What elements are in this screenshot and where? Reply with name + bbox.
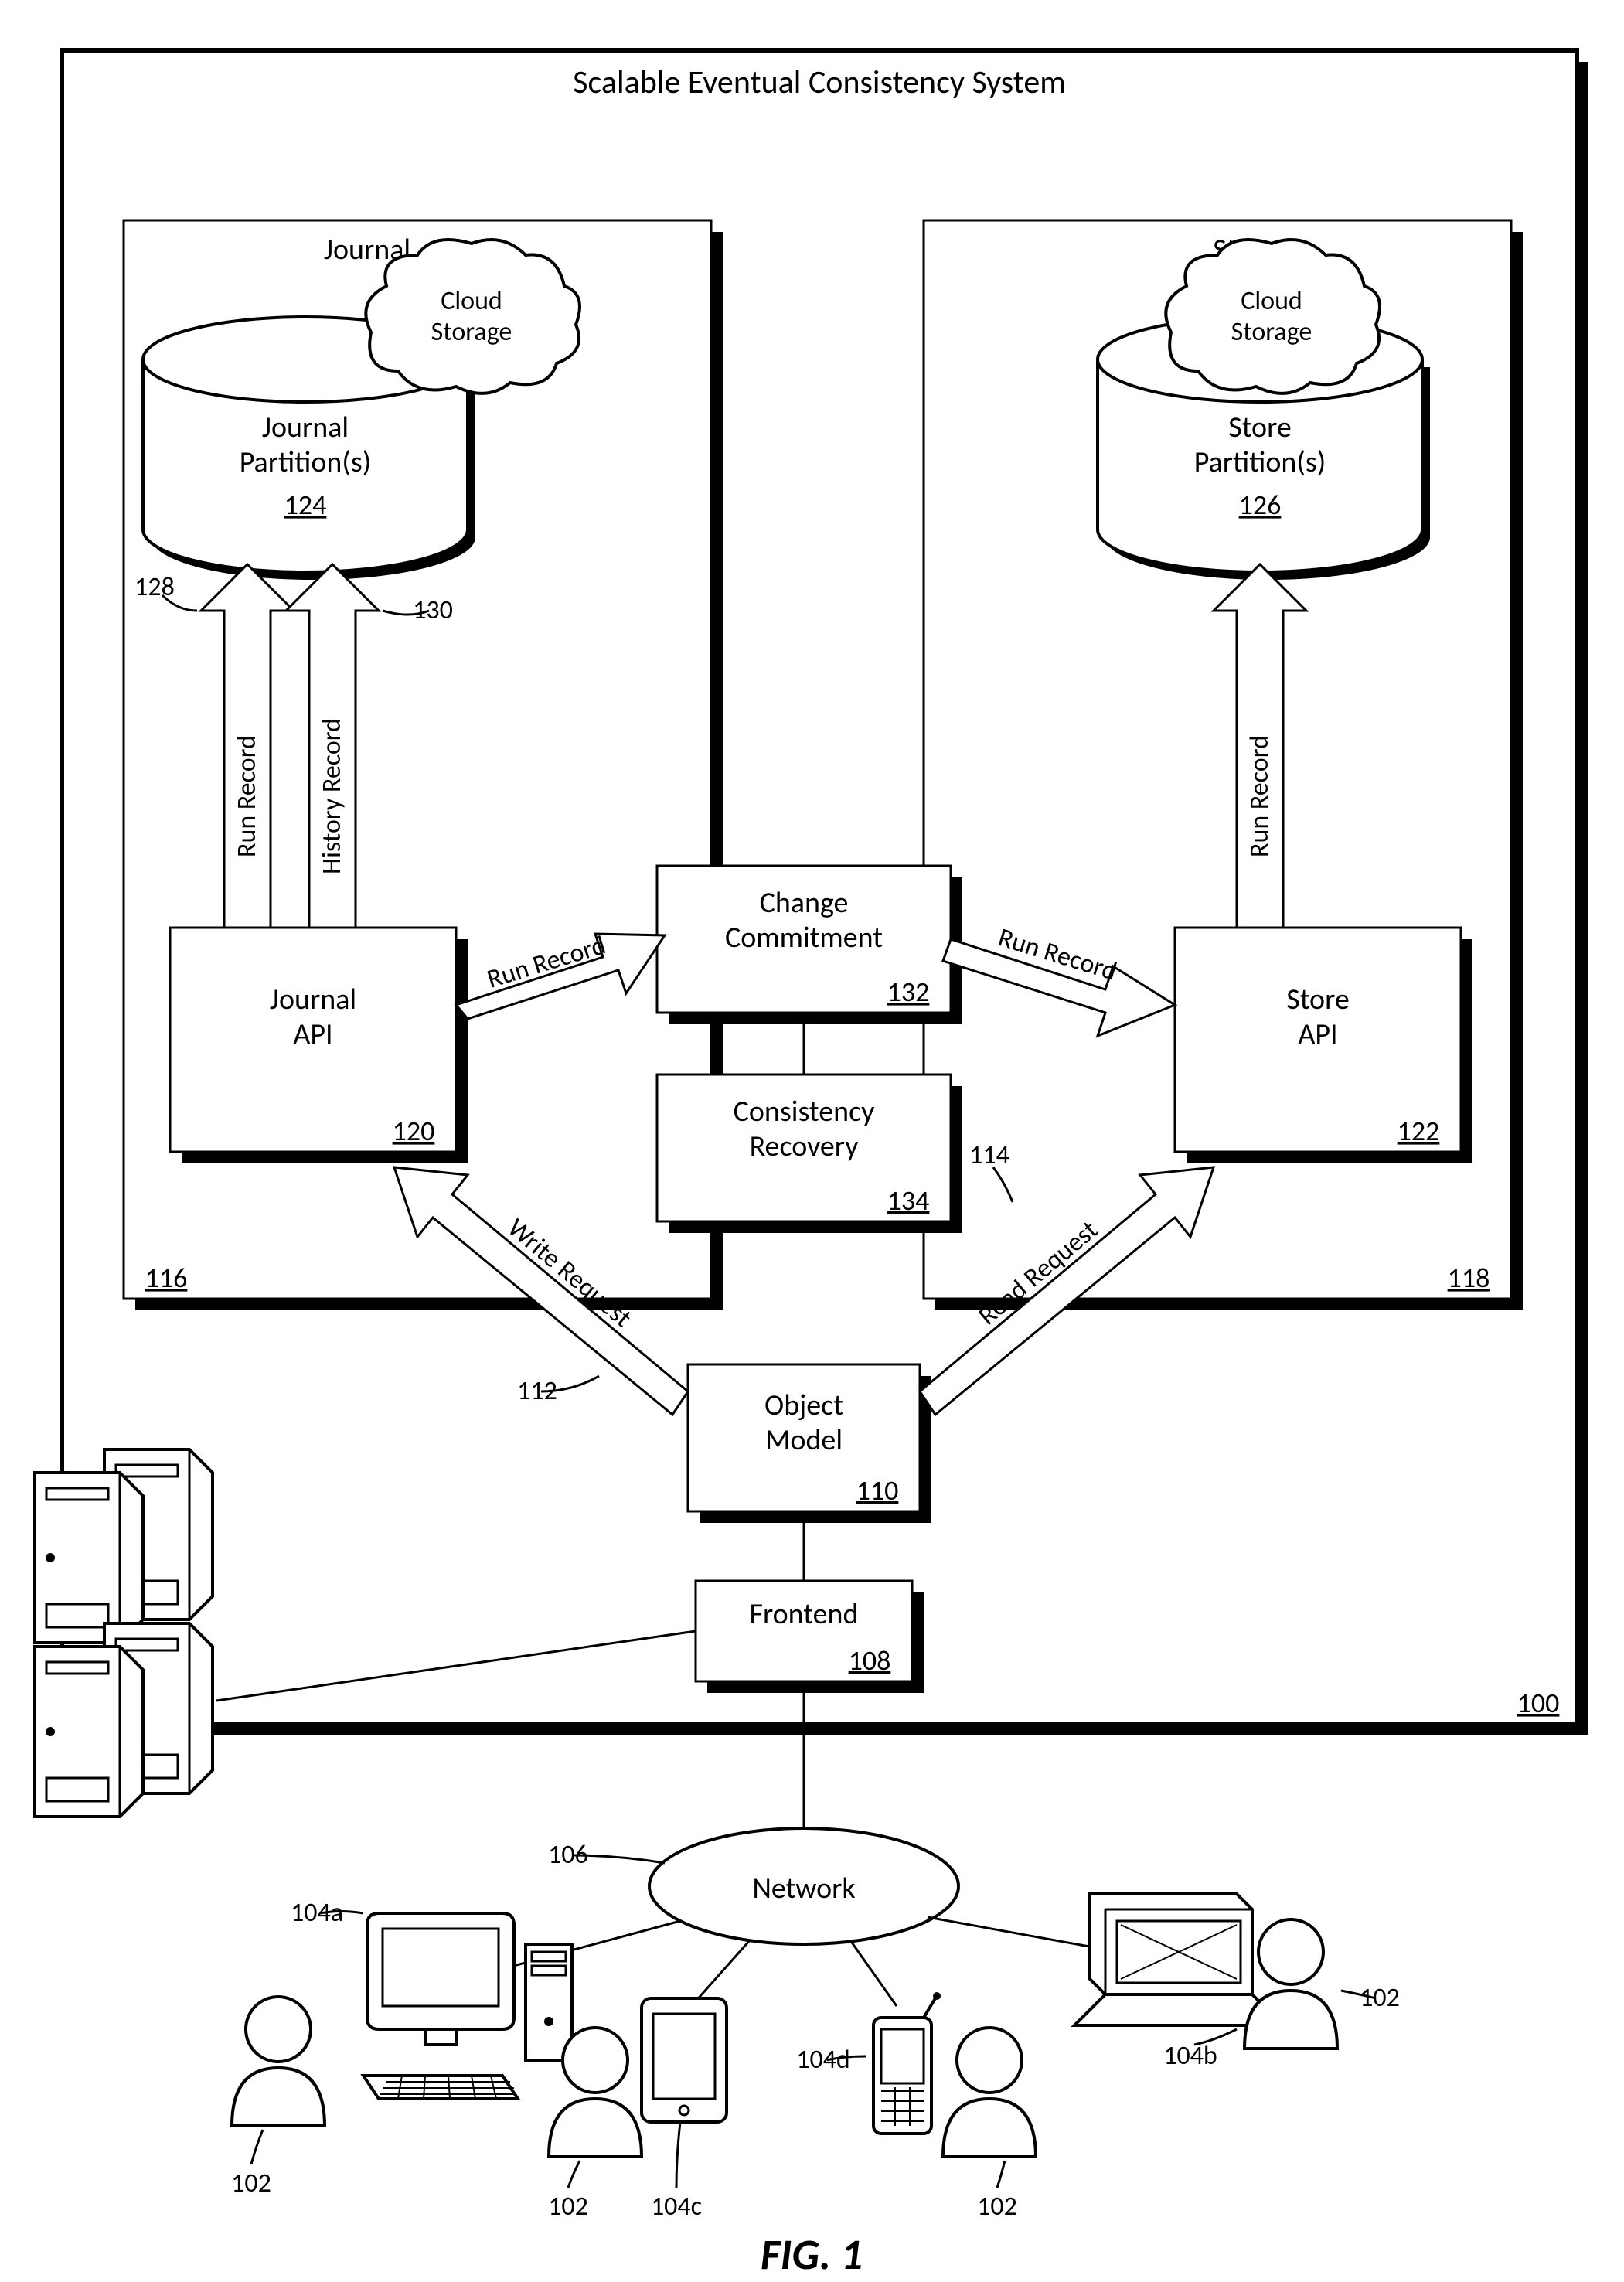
server-stack-icon: [35, 1449, 213, 1817]
svg-text:Partition(s): Partition(s): [1194, 444, 1326, 480]
svg-text:History Record: History Record: [316, 718, 348, 874]
svg-text:Cloud: Cloud: [1241, 285, 1302, 317]
ref-114: 114: [969, 1139, 1009, 1171]
system-title: Scalable Eventual Consistency System: [573, 63, 1066, 102]
journal-api-ref: 120: [393, 1114, 435, 1148]
journal-partitions-label-2: Partition(s): [240, 444, 372, 480]
consistency-recovery-ref: 134: [887, 1184, 930, 1218]
client-tablet: [642, 1998, 727, 2122]
client-phone: [873, 1992, 941, 2134]
user-icon-4: [1244, 1919, 1337, 2049]
ref-102-1: 102: [231, 2168, 271, 2199]
ref-104a: 104a: [291, 1897, 343, 1929]
ref-104d: 104d: [796, 2044, 850, 2076]
client-desktop: [363, 1913, 572, 2099]
ref-102-4: 102: [1360, 1982, 1400, 2014]
svg-text:Object: Object: [764, 1388, 843, 1423]
svg-text:Storage: Storage: [1231, 316, 1312, 348]
store-partitions-ref: 126: [1239, 488, 1282, 522]
ref-128: 128: [134, 571, 175, 603]
svg-text:Cloud: Cloud: [441, 285, 502, 317]
journal-box-ref: 116: [145, 1261, 188, 1295]
user-icon-1: [232, 1997, 325, 2126]
svg-text:Recovery: Recovery: [750, 1129, 859, 1164]
frontend-ref: 108: [849, 1643, 891, 1677]
store-cloud: Cloud Storage: [1166, 240, 1380, 393]
diagram-root: Scalable Eventual Consistency System 100…: [0, 0, 1624, 2282]
object-model-ref: 110: [856, 1473, 899, 1507]
ref-104c: 104c: [651, 2191, 702, 2222]
ref-102-2: 102: [548, 2191, 588, 2222]
ref-112: 112: [517, 1375, 557, 1407]
change-commitment-ref: 132: [887, 975, 930, 1009]
system-ref: 100: [1517, 1686, 1560, 1720]
svg-text:API: API: [293, 1017, 332, 1052]
svg-text:Store: Store: [1286, 982, 1350, 1017]
ref-130: 130: [413, 594, 453, 626]
figure-label: FIG. 1: [761, 2229, 863, 2281]
svg-text:Storage: Storage: [431, 316, 512, 348]
user-icon-3: [943, 2028, 1036, 2157]
ref-104b: 104b: [1163, 2040, 1217, 2072]
svg-text:Run Record: Run Record: [1244, 735, 1275, 857]
journal-partitions-label-1: Journal: [262, 410, 349, 445]
svg-text:Model: Model: [765, 1422, 843, 1458]
svg-text:Store: Store: [1228, 410, 1292, 445]
network-label: Network: [752, 1871, 855, 1906]
client-laptop: [1074, 1894, 1283, 2025]
journal-partitions-ref: 124: [284, 488, 327, 522]
svg-text:Commitment: Commitment: [725, 920, 883, 955]
store-api-ref: 122: [1398, 1114, 1440, 1148]
svg-text:API: API: [1298, 1017, 1337, 1052]
svg-text:Consistency: Consistency: [734, 1094, 875, 1129]
ref-102-3: 102: [977, 2191, 1017, 2222]
store-box-ref: 118: [1448, 1261, 1490, 1295]
frontend-label: Frontend: [750, 1596, 859, 1632]
svg-text:Journal: Journal: [270, 982, 356, 1017]
ref-106: 106: [548, 1839, 588, 1871]
journal-cloud: Cloud Storage: [366, 240, 580, 393]
svg-text:Run Record: Run Record: [231, 735, 263, 857]
svg-text:Change: Change: [760, 885, 849, 921]
